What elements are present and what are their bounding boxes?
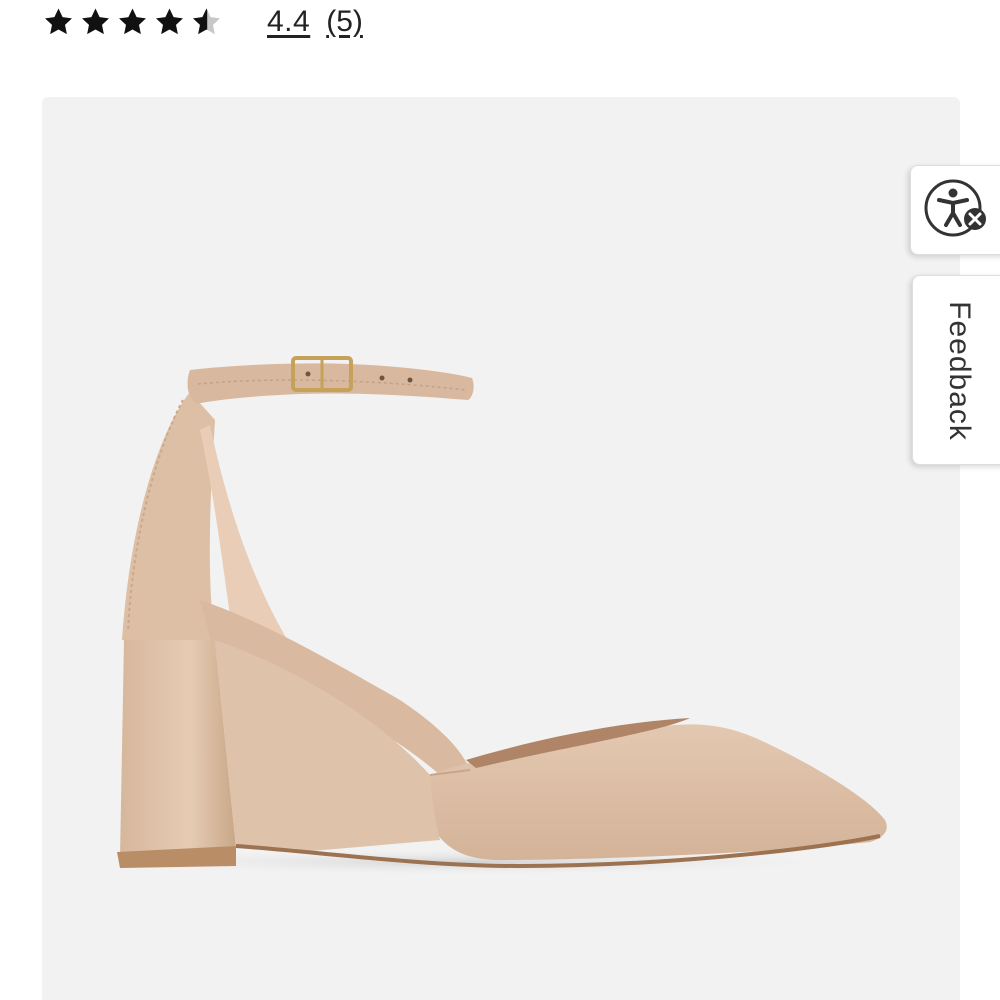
shoe-image	[80, 356, 887, 876]
star-icon	[119, 8, 146, 35]
star-icon	[82, 8, 109, 35]
accessibility-button[interactable]	[910, 165, 1000, 255]
rating-value[interactable]: 4.4	[267, 5, 310, 39]
product-image[interactable]	[42, 97, 960, 1000]
feedback-label: Feedback	[943, 301, 976, 441]
product-page: 4.4 (5) Feedback	[0, 0, 1000, 1000]
accessibility-icon	[924, 179, 986, 237]
feedback-button[interactable]: Feedback	[912, 275, 1000, 465]
star-icon	[45, 8, 72, 35]
review-count-link[interactable]: (5)	[326, 5, 363, 39]
star-rating	[40, 5, 225, 39]
star-icon	[156, 8, 183, 35]
star-half-icon	[193, 8, 220, 35]
rating-row[interactable]: 4.4 (5)	[40, 0, 363, 44]
